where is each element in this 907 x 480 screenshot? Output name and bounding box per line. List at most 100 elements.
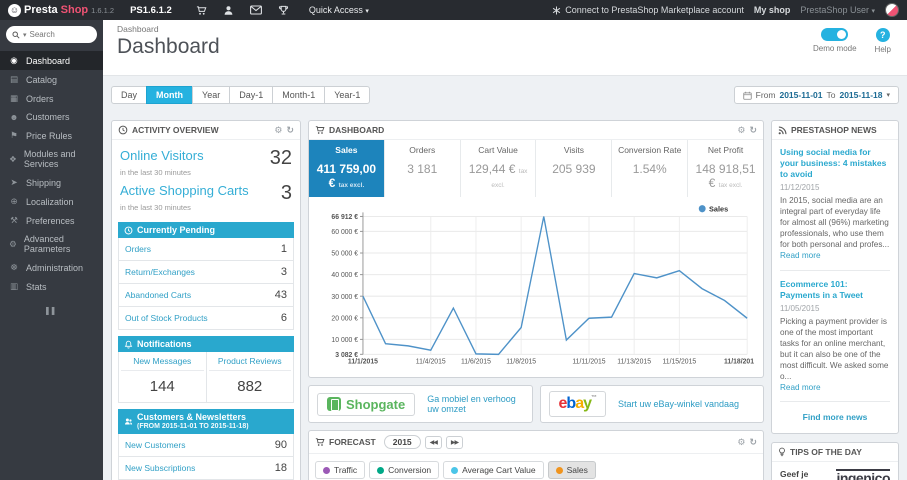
tab-year[interactable]: Year <box>192 86 231 104</box>
quick-access-menu[interactable]: Quick Access ▾ <box>309 5 369 15</box>
sidebar-item-localization[interactable]: ⊕ Localization <box>0 192 103 211</box>
svg-text:11/18/201: 11/18/201 <box>724 359 754 366</box>
product-reviews-stat[interactable]: Product Reviews 882 <box>205 352 294 402</box>
news-title-link[interactable]: Using social media for your business: 4 … <box>780 147 890 180</box>
collapse-sidebar-icon[interactable]: ❚❚ <box>0 296 103 315</box>
news-date: 11/12/2015 <box>780 183 820 193</box>
shopgate-logo: Shopgate <box>317 392 416 416</box>
sidebar: ▾ ◉ Dashboard ▤ Catalog ▦ Orders ☻ Customers… <box>0 20 103 480</box>
read-more-link[interactable]: Read more <box>780 383 821 392</box>
table-row[interactable]: Orders 1 <box>118 238 294 261</box>
user-avatar[interactable] <box>885 3 899 17</box>
tab-month-1[interactable]: Month-1 <box>272 86 326 104</box>
page-header: Dashboard Dashboard Demo mode ? Help <box>103 20 907 76</box>
breadcrumb[interactable]: Dashboard <box>117 24 893 34</box>
section-subtitle: (FROM 2015-11-01 TO 2015-11-18) <box>137 422 249 430</box>
tab-day-1[interactable]: Day-1 <box>229 86 274 104</box>
sidebar-item-label: Dashboard <box>26 55 71 66</box>
prestashop-admin-screen: ☺ Presta Shop 1.6.1.2 PS1.6.1.2 Quick Acc… <box>0 0 907 480</box>
legend-sales[interactable]: Sales <box>547 461 596 479</box>
period-tabs: Day Month Year Day-1 Month-1 Year-1 <box>111 86 371 104</box>
my-shop-link[interactable]: My shop <box>754 5 791 15</box>
demo-mode-toggle[interactable] <box>821 28 849 41</box>
table-row[interactable]: Out of Stock Products 6 <box>118 307 294 330</box>
lightbulb-icon <box>779 447 785 457</box>
help-icon[interactable]: ? <box>875 28 890 42</box>
svg-text:30 000 €: 30 000 € <box>331 294 358 301</box>
refresh-icon[interactable]: ↻ <box>286 125 294 135</box>
previous-year-button[interactable]: ◀◀ <box>424 435 442 449</box>
topbar-icons <box>196 5 289 16</box>
messages-icon[interactable] <box>249 5 262 15</box>
legend-conversion[interactable]: Conversion <box>369 461 440 479</box>
kpi-net-profit[interactable]: Net Profit 148 918,51 € tax excl. <box>687 140 763 197</box>
tab-year-1[interactable]: Year-1 <box>324 86 371 104</box>
sidebar-item-administration[interactable]: ☸ Administration <box>0 258 103 277</box>
gear-icon[interactable]: ⚙ <box>737 437 745 447</box>
sidebar-item-orders[interactable]: ▦ Orders <box>0 89 103 108</box>
sidebar-search[interactable]: ▾ <box>6 26 97 43</box>
shopgate-link[interactable]: Ga mobiel en verhoog uw omzet <box>427 394 523 414</box>
date-range-button[interactable]: From 2015-11-01 To 2015-11-18 ▾ <box>733 86 899 104</box>
tab-day[interactable]: Day <box>111 86 148 104</box>
kpi-conversion-rate[interactable]: Conversion Rate 1.54% <box>611 140 687 197</box>
kpi-cart-value[interactable]: Cart Value 129,44 € tax excl. <box>459 140 536 197</box>
svg-text:11/15/2015: 11/15/2015 <box>663 359 697 366</box>
trophy-icon[interactable] <box>278 5 289 16</box>
brand[interactable]: ☺ Presta Shop 1.6.1.2 <box>8 3 114 17</box>
sidebar-item-price-rules[interactable]: ⚑ Price Rules <box>0 126 103 145</box>
gear-icon[interactable]: ⚙ <box>274 125 282 135</box>
online-visitors-link[interactable]: Online Visitors <box>120 148 204 163</box>
ebay-promo[interactable]: ebay™ Start uw eBay-winkel vandaag <box>539 385 764 423</box>
table-row[interactable]: Abandoned Carts 43 <box>118 284 294 307</box>
sidebar-item-modules[interactable]: ❖ Modules and Services <box>0 145 103 173</box>
refresh-icon[interactable]: ↻ <box>749 437 757 447</box>
svg-text:11/6/2015: 11/6/2015 <box>461 359 491 366</box>
news-item: Using social media for your business: 4 … <box>780 147 890 262</box>
user-menu[interactable]: PrestaShop User ▾ <box>800 5 875 15</box>
cart-icon[interactable] <box>196 5 207 16</box>
next-year-button[interactable]: ▶▶ <box>445 435 464 449</box>
chevron-down-icon[interactable]: ▾ <box>23 31 27 39</box>
legend-traffic[interactable]: Traffic <box>315 461 366 479</box>
sidebar-item-dashboard[interactable]: ◉ Dashboard <box>0 51 103 70</box>
table-row[interactable]: New Customers 90 <box>118 434 294 458</box>
active-carts-link[interactable]: Active Shopping Carts <box>120 183 249 198</box>
search-input[interactable] <box>29 30 85 39</box>
forecast-year: 2015 <box>383 435 421 449</box>
kpi-orders[interactable]: Orders 3 181 <box>383 140 460 197</box>
sales-dot-icon <box>555 466 563 474</box>
table-row[interactable]: New Subscriptions 18 <box>118 457 294 480</box>
brand-presta: Presta <box>24 3 58 16</box>
shopgate-icon <box>327 397 341 411</box>
sidebar-item-catalog[interactable]: ▤ Catalog <box>0 70 103 89</box>
sales-line-chart[interactable]: 66 912 € 60 000 € 50 000 € 40 000 € 30 000 €… <box>309 197 763 377</box>
shopgate-promo[interactable]: Shopgate Ga mobiel en verhoog uw omzet <box>308 385 533 423</box>
sidebar-item-stats[interactable]: ▥ Stats <box>0 277 103 296</box>
ebay-link[interactable]: Start uw eBay-winkel vandaag <box>618 399 739 409</box>
sidebar-item-label: Preferences <box>26 215 75 226</box>
dashboard-panel: DASHBOARD ⚙ ↻ Sales 411 759,00 € tax exc… <box>308 120 764 378</box>
brand-shop: Shop <box>60 3 89 16</box>
legend-average-cart-value[interactable]: Average Cart Value <box>443 461 544 479</box>
kpi-sales[interactable]: Sales 411 759,00 € tax excl. <box>309 140 384 197</box>
tab-month[interactable]: Month <box>146 86 194 104</box>
news-date: 11/05/2015 <box>780 303 820 313</box>
refresh-icon[interactable]: ↻ <box>749 125 757 135</box>
sidebar-item-preferences[interactable]: ⚒ Preferences <box>0 211 103 230</box>
read-more-link[interactable]: Read more <box>780 251 821 260</box>
sidebar-item-customers[interactable]: ☻ Customers <box>0 108 103 126</box>
customer-icon[interactable] <box>223 5 234 16</box>
sidebar-item-advanced-parameters[interactable]: ⚙ Advanced Parameters <box>0 230 103 258</box>
marketplace-link[interactable]: Connect to PrestaShop Marketplace accoun… <box>552 5 744 15</box>
gear-icon[interactable]: ⚙ <box>737 125 745 135</box>
shop-name[interactable]: PS1.6.1.2 <box>130 5 172 16</box>
sidebar-item-shipping[interactable]: ➤ Shipping <box>0 173 103 192</box>
news-title-link[interactable]: Ecommerce 101: Payments in a Tweet <box>780 279 890 301</box>
new-messages-stat[interactable]: New Messages 144 <box>119 352 206 402</box>
stats-icon: ▥ <box>9 281 19 291</box>
find-more-news-link[interactable]: Find more news <box>780 410 890 426</box>
kpi-visits[interactable]: Visits 205 939 <box>535 140 611 197</box>
table-row[interactable]: Return/Exchanges 3 <box>118 261 294 284</box>
preferences-icon: ⚒ <box>10 215 18 225</box>
